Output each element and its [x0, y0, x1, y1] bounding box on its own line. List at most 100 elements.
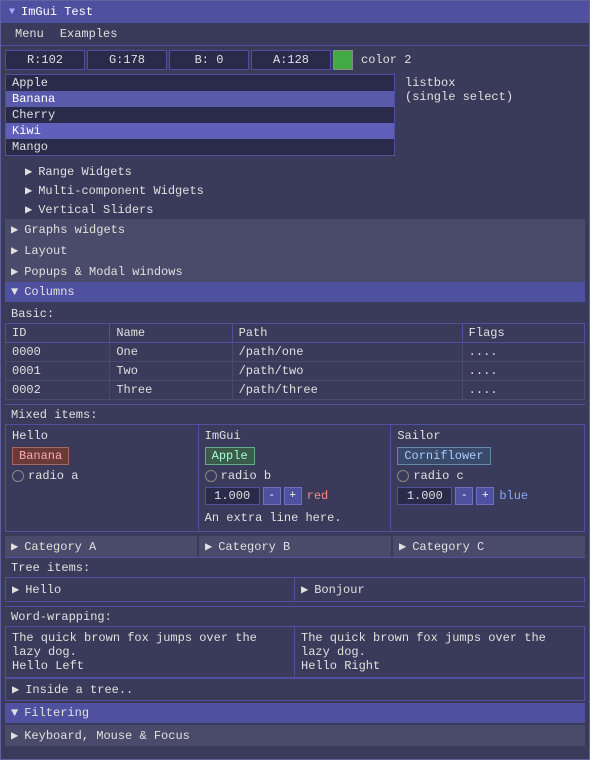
listbox-item-kiwi[interactable]: Kiwi: [6, 123, 394, 139]
col-id: ID: [6, 324, 110, 343]
radio-c-circle[interactable]: [397, 470, 409, 482]
r-field[interactable]: R:102: [5, 50, 85, 70]
category-b-label: Category B: [218, 540, 290, 554]
listbox-item-banana[interactable]: Banana: [6, 91, 394, 107]
radio-c-row: radio c: [397, 469, 578, 483]
arrow-down-columns: ▼: [11, 285, 18, 299]
sub-vertical-label: Vertical Sliders: [38, 203, 153, 217]
basic-label: Basic:: [5, 304, 585, 323]
section-filtering[interactable]: ▼ Filtering: [5, 703, 585, 723]
listbox-item-mango[interactable]: Mango: [6, 139, 394, 155]
wrap-col1-sub: Hello Left: [12, 659, 288, 673]
title-arrow: ▼: [9, 7, 15, 18]
tree-grid: ▶ Hello ▶ Bonjour: [5, 577, 585, 602]
section-popups[interactable]: ▶ Popups & Modal windows: [5, 261, 585, 282]
listbox-area: Apple Banana Cherry Kiwi Mango listbox (…: [5, 74, 585, 156]
section-columns[interactable]: ▼ Columns: [5, 282, 585, 302]
section-keyboard-label: Keyboard, Mouse & Focus: [24, 729, 190, 743]
radio-b-label: radio b: [221, 469, 271, 483]
sub-range[interactable]: ▶ Range Widgets: [5, 162, 585, 181]
arrow-right-keyboard: ▶: [11, 728, 18, 743]
extra-line: An extra line here.: [205, 509, 385, 527]
color2-area: color 2: [333, 50, 415, 70]
menu-menu[interactable]: Menu: [9, 25, 50, 43]
radio-b-circle[interactable]: [205, 470, 217, 482]
table-row: 0001 Two /path/two ....: [6, 362, 585, 381]
arrow-down-filtering: ▼: [11, 706, 18, 720]
stepper2-color: blue: [499, 489, 528, 503]
tree-col1: ▶ Hello: [6, 578, 295, 601]
menu-bar: Menu Examples: [1, 23, 589, 46]
section-graphs[interactable]: ▶ Graphs widgets: [5, 219, 585, 240]
wrap-col1: The quick brown fox jumps over the lazy …: [6, 627, 295, 677]
stepper-row-2: 1.000 - + blue: [397, 487, 578, 505]
stepper1-minus[interactable]: -: [263, 487, 281, 505]
listbox-item-cherry[interactable]: Cherry: [6, 107, 394, 123]
table-row: 0002 Three /path/three ....: [6, 381, 585, 400]
stepper2-value[interactable]: 1.000: [397, 487, 452, 505]
mixed-col3: Sailor Corniflower radio c 1.000 - + blu…: [391, 425, 584, 531]
cell-path-0: /path/one: [232, 343, 462, 362]
section-keyboard[interactable]: ▶ Keyboard, Mouse & Focus: [5, 725, 585, 746]
stepper1-value[interactable]: 1.000: [205, 487, 260, 505]
category-c[interactable]: ▶ Category C: [393, 536, 585, 557]
a-field[interactable]: A:128: [251, 50, 331, 70]
section-layout[interactable]: ▶ Layout: [5, 240, 585, 261]
arrow-right-bonjour: ▶: [301, 582, 308, 597]
mixed-items-label: Mixed items:: [5, 404, 585, 424]
col-path: Path: [232, 324, 462, 343]
banana-tag[interactable]: Banana: [12, 447, 69, 465]
category-c-label: Category C: [412, 540, 484, 554]
wrap-col2: The quick brown fox jumps over the lazy …: [295, 627, 584, 677]
stepper2-minus[interactable]: -: [455, 487, 473, 505]
tree-hello-row[interactable]: ▶ Hello: [12, 582, 288, 597]
color2-label: color 2: [357, 51, 415, 69]
arrow-right-layout: ▶: [11, 243, 18, 258]
arrow-right-graphs: ▶: [11, 222, 18, 237]
apple-tag[interactable]: Apple: [205, 447, 255, 465]
radio-c-label: radio c: [413, 469, 463, 483]
section-columns-label: Columns: [24, 285, 74, 299]
color2-swatch[interactable]: [333, 50, 353, 70]
category-a[interactable]: ▶ Category A: [5, 536, 197, 557]
wrap-col1-text: The quick brown fox jumps over the lazy …: [12, 631, 288, 659]
table-row: 0000 One /path/one ....: [6, 343, 585, 362]
tree-hello-label: Hello: [25, 583, 61, 597]
radio-a-circle[interactable]: [12, 470, 24, 482]
inside-tree-label: Inside a tree..: [25, 683, 133, 697]
tree-bonjour-label: Bonjour: [314, 583, 364, 597]
arrow-right-multicomp: ▶: [25, 183, 32, 198]
mixed-grid: Hello Banana radio a ImGui Apple radio b…: [5, 424, 585, 532]
arrow-right-catB: ▶: [205, 539, 212, 554]
inside-tree-container: ▶ Inside a tree..: [5, 678, 585, 701]
cell-id-1: 0001: [6, 362, 110, 381]
corniflower-tag[interactable]: Corniflower: [397, 447, 490, 465]
listbox-info: listbox (single select): [403, 74, 515, 156]
inside-tree-row[interactable]: ▶ Inside a tree..: [6, 679, 584, 700]
menu-examples[interactable]: Examples: [54, 25, 124, 43]
category-b[interactable]: ▶ Category B: [199, 536, 391, 557]
listbox[interactable]: Apple Banana Cherry Kiwi Mango: [5, 74, 395, 156]
section-filtering-label: Filtering: [24, 706, 89, 720]
arrow-right-popups: ▶: [11, 264, 18, 279]
sub-multicomp-label: Multi-component Widgets: [38, 184, 204, 198]
stepper1-plus[interactable]: +: [284, 487, 302, 505]
tree-bonjour-row[interactable]: ▶ Bonjour: [301, 582, 578, 597]
section-graphs-label: Graphs widgets: [24, 223, 125, 237]
columns-table: ID Name Path Flags 0000 One /path/one ..…: [5, 323, 585, 400]
listbox-info-label: listbox: [405, 76, 513, 90]
radio-b-row: radio b: [205, 469, 385, 483]
arrow-right-vertical: ▶: [25, 202, 32, 217]
b-field[interactable]: B: 0: [169, 50, 249, 70]
mixed-col3-header: Sailor: [397, 429, 578, 443]
g-field[interactable]: G:178: [87, 50, 167, 70]
listbox-item-apple[interactable]: Apple: [6, 75, 394, 91]
cell-name-0: One: [110, 343, 232, 362]
cell-flags-1: ....: [462, 362, 584, 381]
word-wrap-label: Word-wrapping:: [5, 606, 585, 626]
stepper2-plus[interactable]: +: [476, 487, 494, 505]
col-flags: Flags: [462, 324, 584, 343]
sub-vertical[interactable]: ▶ Vertical Sliders: [5, 200, 585, 219]
sub-multicomp[interactable]: ▶ Multi-component Widgets: [5, 181, 585, 200]
cell-flags-0: ....: [462, 343, 584, 362]
